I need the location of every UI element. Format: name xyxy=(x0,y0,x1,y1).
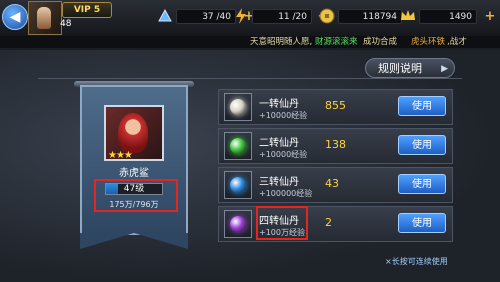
item-row-4: 四转仙丹 +100万经验 2 使用 xyxy=(218,206,453,242)
item-icon-4[interactable] xyxy=(224,210,252,238)
item-exp-1: +10000经验 xyxy=(259,111,308,120)
hero-name: 赤虎鲨 xyxy=(119,168,149,179)
hold-to-use-hint: ×长按可连续使用 xyxy=(385,257,448,266)
chevron-right-icon: ▶ xyxy=(441,64,448,74)
pill-icon xyxy=(230,138,246,154)
ticker-text-2: 成功合成 xyxy=(363,37,398,47)
item-exp-3: +100000经验 xyxy=(259,189,313,198)
gold-plus-button[interactable]: + xyxy=(483,10,497,24)
item-count-2: 138 xyxy=(325,138,346,151)
ticker-player-name: 财源滚滚来 xyxy=(315,37,358,47)
item-icon-1[interactable] xyxy=(224,93,252,121)
rules-button[interactable]: 规则说明 ▶ xyxy=(365,58,455,78)
item-icon-3[interactable] xyxy=(224,171,252,199)
energy-value: 11 /20 xyxy=(252,9,312,24)
item-name-3: 三转仙丹 xyxy=(259,177,299,188)
hero-stars: ★★★ xyxy=(108,150,133,161)
highlight-box-item xyxy=(256,206,308,240)
highlight-box-level xyxy=(94,179,178,212)
ticker-text-3: ,战才 xyxy=(447,37,467,47)
banner-tail xyxy=(80,233,188,249)
stamina-icon xyxy=(158,8,172,22)
item-count-1: 855 xyxy=(325,99,346,112)
player-level: 48 xyxy=(60,19,72,29)
news-ticker: 天意昭明随人愿, 财源滚滚来 成功合成 虎头环铁 ,战才 xyxy=(0,36,500,48)
use-button-2[interactable]: 使用 xyxy=(398,135,446,155)
use-button-4[interactable]: 使用 xyxy=(398,213,446,233)
item-row-3: 三转仙丹 +100000经验 43 使用 xyxy=(218,167,453,203)
stamina-value: 37 /40 xyxy=(176,9,236,24)
use-button-1[interactable]: 使用 xyxy=(398,96,446,116)
coins-value: 118794 xyxy=(338,9,402,24)
rules-button-label: 规则说明 xyxy=(378,62,422,75)
item-count-3: 43 xyxy=(325,177,339,190)
top-bar: ◀ VIP 5 48 37 /40 + 11 /20 + 118794 1490… xyxy=(0,0,500,37)
item-name-1: 一转仙丹 xyxy=(259,99,299,110)
crown-icon xyxy=(401,10,415,20)
item-icon-2[interactable] xyxy=(224,132,252,160)
pill-icon xyxy=(230,216,246,232)
vip-badge: VIP 5 xyxy=(62,2,112,18)
coin-icon xyxy=(319,8,335,24)
pill-icon xyxy=(230,99,246,115)
item-count-4: 2 xyxy=(325,216,332,229)
item-name-2: 二转仙丹 xyxy=(259,138,299,149)
item-exp-2: +10000经验 xyxy=(259,150,308,159)
pill-icon xyxy=(230,177,246,193)
ticker-text-1: 天意昭明随人愿, xyxy=(250,37,313,47)
item-row-1: 一转仙丹 +10000经验 855 使用 xyxy=(218,89,453,125)
item-row-2: 二转仙丹 +10000经验 138 使用 xyxy=(218,128,453,164)
ticker-item-name: 虎头环铁 xyxy=(411,37,446,47)
player-avatar[interactable] xyxy=(28,1,62,35)
back-button[interactable]: ◀ xyxy=(2,4,28,30)
lightning-icon xyxy=(236,8,246,24)
gold-value: 1490 xyxy=(419,9,477,24)
use-button-3[interactable]: 使用 xyxy=(398,174,446,194)
